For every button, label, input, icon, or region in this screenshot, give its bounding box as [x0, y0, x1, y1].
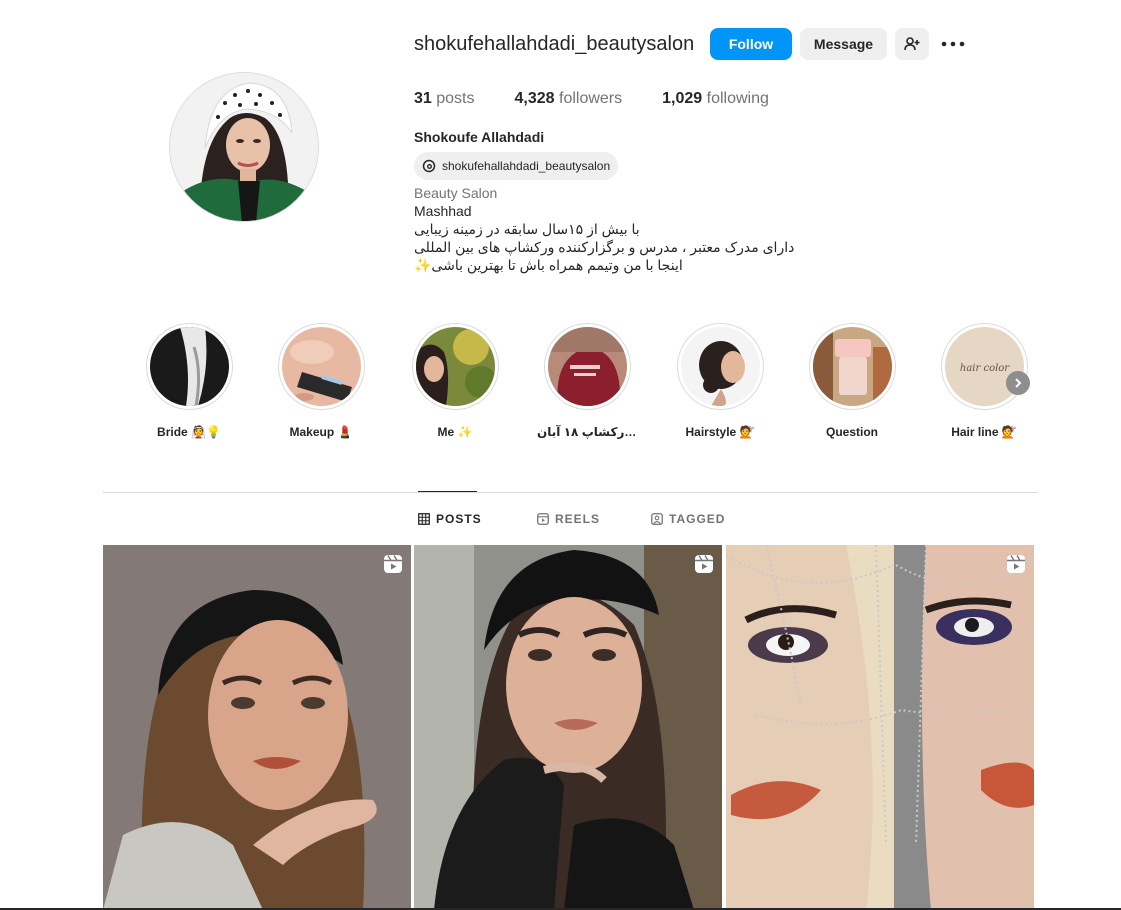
- followers-label: followers: [559, 90, 623, 107]
- bio-line: اینجا با من وتیمم همراه باش تا بهترین با…: [414, 257, 683, 273]
- grid-icon: [418, 513, 430, 525]
- followers-count: 4,328: [514, 90, 555, 107]
- more-options-icon: [941, 41, 965, 47]
- tagged-icon: [651, 513, 663, 525]
- highlight-label: Me ✨: [437, 425, 473, 439]
- reels-icon: [537, 513, 549, 525]
- post-image: [726, 545, 1034, 910]
- more-options-button[interactable]: [937, 28, 969, 60]
- highlight-label: Question: [825, 425, 878, 439]
- highlight-item[interactable]: Me ✨: [405, 323, 505, 439]
- highlights-next-button[interactable]: [1006, 371, 1030, 395]
- highlight-cover: [277, 323, 365, 410]
- highlight-label: Bride 👰💡: [157, 425, 221, 439]
- posts-stat: 31 posts: [414, 90, 475, 108]
- avatar-image: [170, 73, 318, 221]
- highlight-item[interactable]: Question: [802, 323, 902, 439]
- chevron-right-icon: [1015, 378, 1022, 388]
- highlight-cover: [676, 323, 764, 410]
- highlight-thumbnail: [415, 327, 495, 406]
- reel-icon: [384, 555, 402, 573]
- highlight-cover: [543, 323, 631, 410]
- profile-full-name: Shokoufe Allahdadi: [414, 129, 545, 145]
- tab-tagged[interactable]: TAGGED: [651, 512, 725, 526]
- post-thumbnail[interactable]: [726, 545, 1034, 910]
- bio-line: با بیش از ۱۵سال سابقه در زمینه زیبایی: [414, 221, 640, 237]
- bio-location: Mashhad: [414, 203, 472, 219]
- tab-posts[interactable]: POSTS: [418, 512, 482, 526]
- profile-username: shokufehallahdadi_beautysalon: [414, 33, 695, 55]
- highlight-item[interactable]: Makeup 💄: [271, 323, 371, 439]
- highlight-thumbnail: [149, 327, 229, 406]
- posts-label: posts: [436, 90, 475, 107]
- following-count: 1,029: [662, 90, 703, 107]
- threads-handle: shokufehallahdadi_beautysalon: [442, 159, 611, 173]
- highlight-thumbnail: [680, 327, 760, 406]
- profile-avatar[interactable]: [169, 72, 319, 222]
- highlight-cover: [411, 323, 499, 410]
- highlight-label: Hair line 💇: [951, 425, 1017, 439]
- highlight-cover: [145, 323, 233, 410]
- bio-line: دارای مدرک معتبر ، مدرس و برگزارکننده ور…: [414, 239, 795, 255]
- story-highlights: Bride 👰💡 Makeup 💄 Me ✨ ورکشاپ ۱۸ آبان. H…: [145, 323, 1035, 443]
- highlight-label: Makeup 💄: [289, 425, 353, 439]
- message-button[interactable]: Message: [800, 28, 887, 60]
- tab-label: REELS: [555, 512, 601, 526]
- highlight-item[interactable]: ورکشاپ ۱۸ آبان...: [537, 323, 637, 439]
- tab-label: POSTS: [436, 512, 482, 526]
- following-label: following: [706, 90, 769, 107]
- suggest-users-button[interactable]: [895, 28, 929, 60]
- highlight-label: Hairstyle 💇: [685, 425, 755, 439]
- add-user-icon: [904, 37, 920, 51]
- highlight-cover-text: hair color: [959, 363, 1009, 374]
- highlight-thumbnail: hair color: [944, 327, 1024, 406]
- following-stat[interactable]: 1,029 following: [662, 90, 769, 108]
- highlight-thumbnail: [547, 327, 627, 406]
- tab-label: TAGGED: [669, 512, 726, 526]
- follow-button[interactable]: Follow: [710, 28, 792, 60]
- post-image: [103, 545, 411, 910]
- highlight-label: ورکشاپ ۱۸ آبان...: [537, 425, 637, 439]
- post-thumbnail[interactable]: [103, 545, 411, 910]
- profile-stats: 31 posts 4,328 followers 1,029 following: [414, 90, 809, 108]
- active-tab-indicator: [418, 491, 477, 492]
- followers-stat[interactable]: 4,328 followers: [515, 90, 623, 108]
- post-thumbnail[interactable]: [414, 545, 722, 910]
- highlight-cover: [808, 323, 896, 410]
- highlight-item[interactable]: Bride 👰💡: [139, 323, 239, 439]
- reel-icon: [695, 555, 713, 573]
- threads-icon: [422, 159, 436, 173]
- reel-icon: [1007, 555, 1025, 573]
- highlight-thumbnail: [281, 327, 361, 406]
- threads-link[interactable]: shokufehallahdadi_beautysalon: [414, 152, 619, 180]
- highlight-item[interactable]: Hairstyle 💇: [670, 323, 770, 439]
- highlight-cover: hair color: [940, 323, 1028, 410]
- highlight-thumbnail: [812, 327, 892, 406]
- post-image: [414, 545, 722, 910]
- posts-count: 31: [414, 90, 432, 107]
- tabs-divider: [103, 492, 1038, 493]
- profile-category: Beauty Salon: [414, 185, 498, 201]
- tab-reels[interactable]: REELS: [537, 512, 600, 526]
